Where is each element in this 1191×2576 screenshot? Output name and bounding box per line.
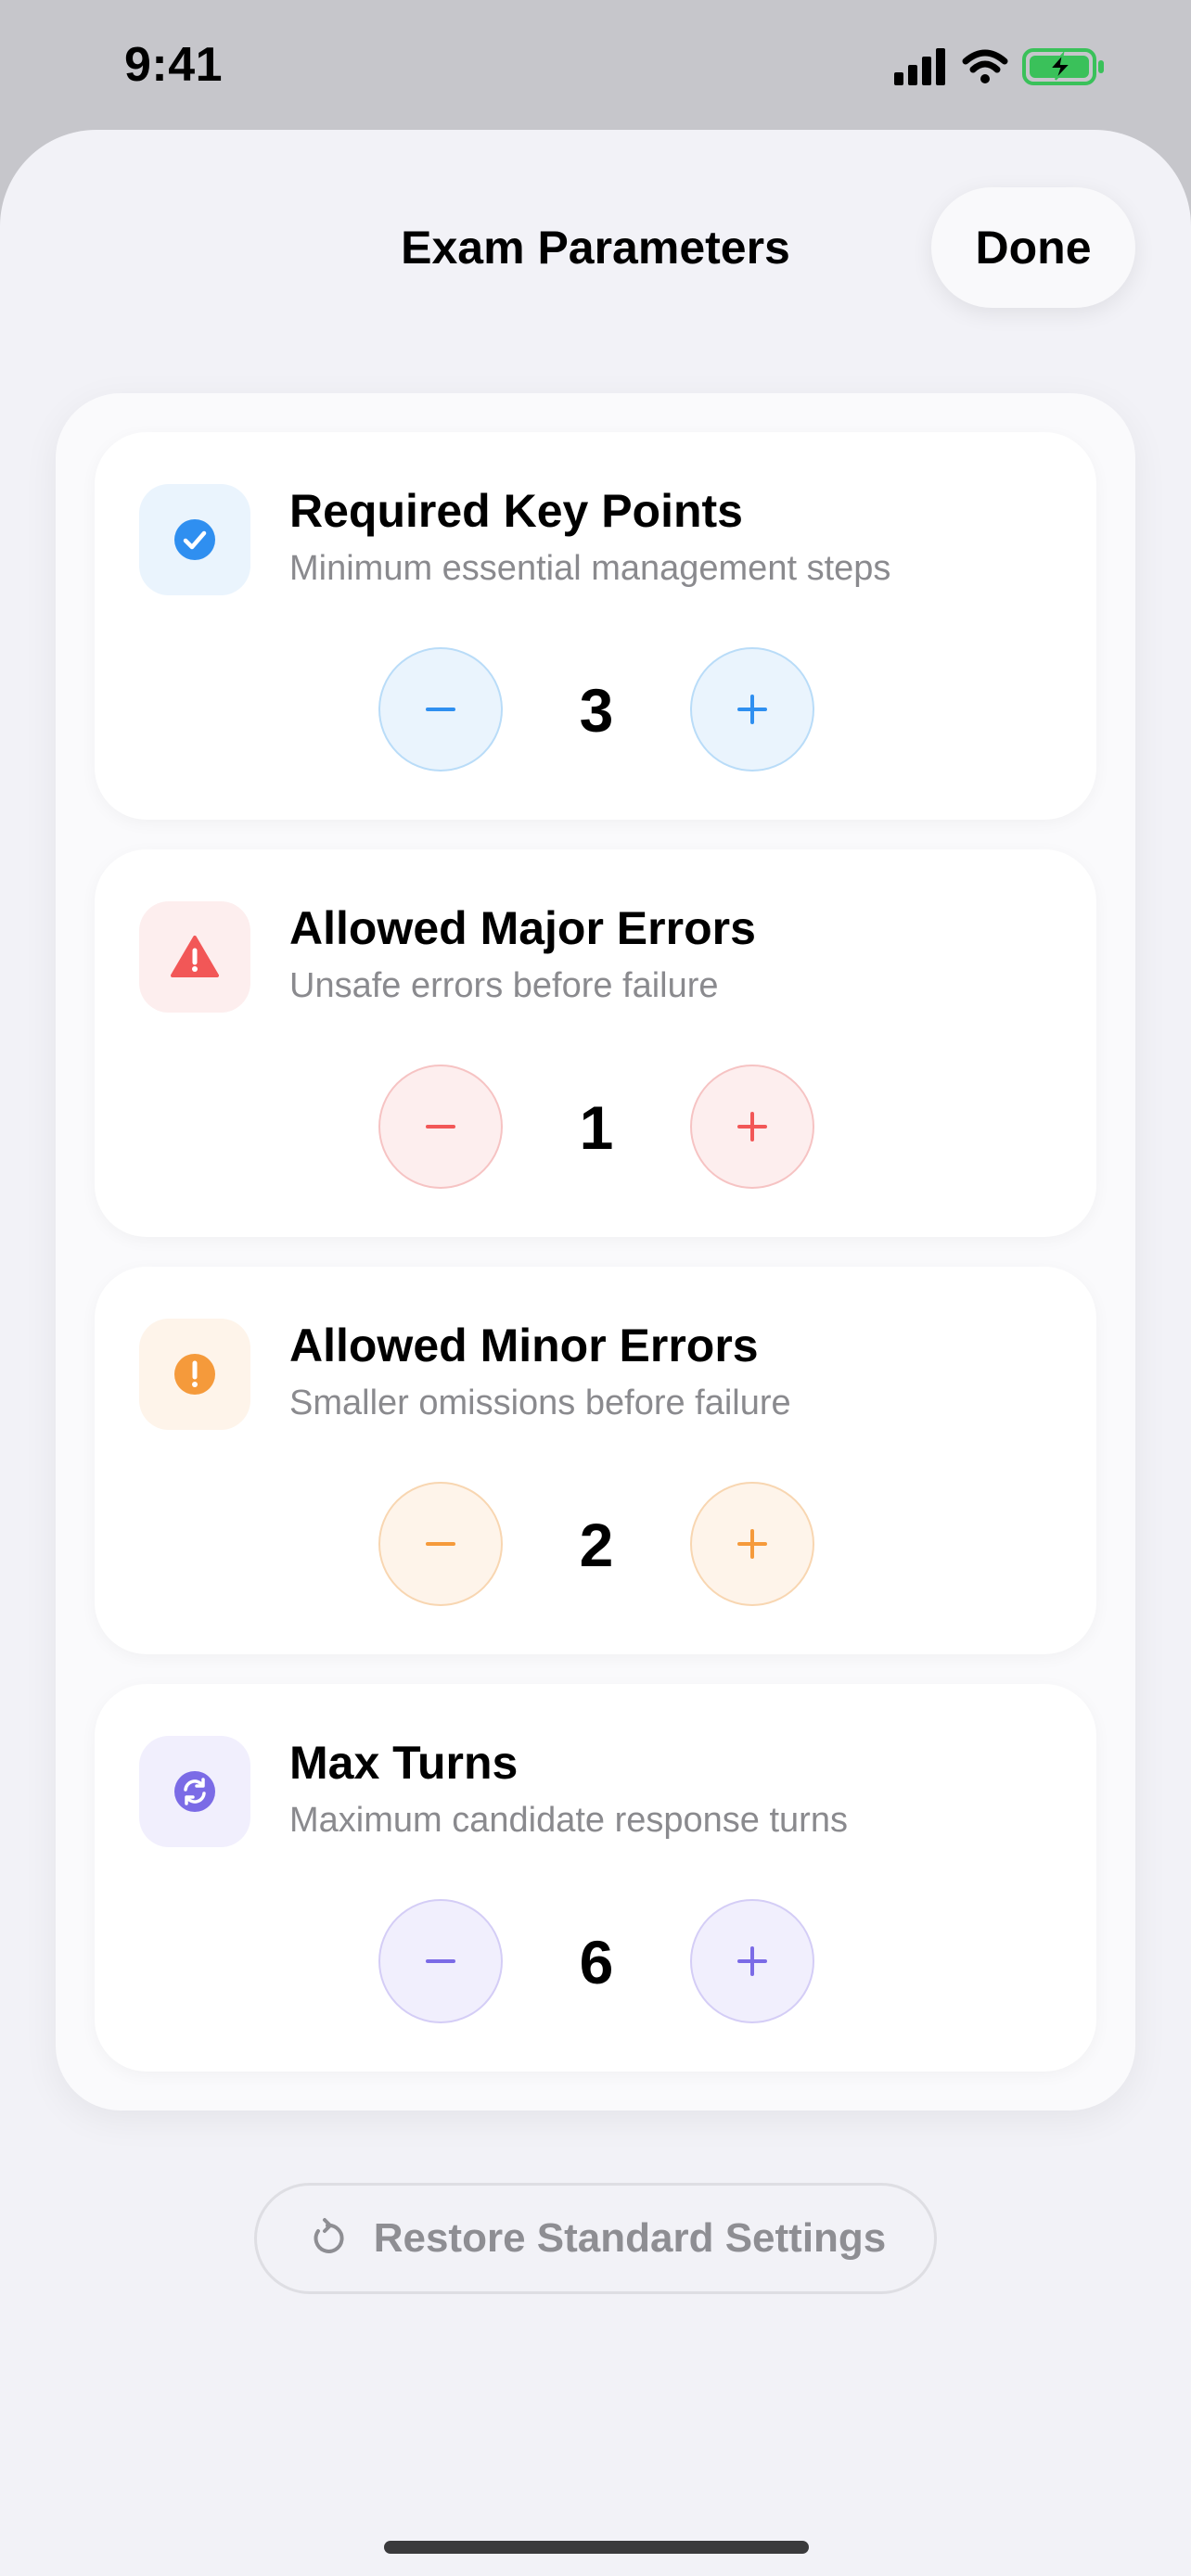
restore-arrow-icon xyxy=(314,2218,344,2253)
card-icon-tile xyxy=(139,484,250,595)
card-subtitle: Smaller omissions before failure xyxy=(289,1384,791,1422)
plus-icon xyxy=(737,695,767,724)
card-icon-tile xyxy=(139,1736,250,1847)
increment-button[interactable] xyxy=(690,1065,814,1189)
card-title: Allowed Minor Errors xyxy=(289,1320,759,1371)
increment-button[interactable] xyxy=(690,1482,814,1606)
parameters-panel: Required Key Points Minimum essential ma… xyxy=(56,393,1135,2111)
stepper-value: 1 xyxy=(579,1093,614,1162)
wifi-icon xyxy=(962,49,1008,83)
home-indicator xyxy=(384,2541,809,2554)
cellular-signal-icon xyxy=(894,48,945,85)
done-button[interactable]: Done xyxy=(931,187,1135,308)
card-subtitle: Minimum essential management steps xyxy=(289,549,891,588)
decrement-button[interactable] xyxy=(378,1899,503,2023)
card-title: Max Turns xyxy=(289,1737,519,1789)
card-icon-tile xyxy=(139,901,250,1013)
restore-label: Restore Standard Settings xyxy=(373,2215,887,2261)
card-title: Allowed Major Errors xyxy=(289,902,756,954)
battery-charging-icon xyxy=(1022,48,1104,85)
minus-icon xyxy=(426,708,455,711)
decrement-button[interactable] xyxy=(378,1482,503,1606)
status-time: 9:41 xyxy=(124,38,224,92)
stepper-value: 3 xyxy=(579,676,614,745)
status-bar: 9:41 xyxy=(0,0,1191,132)
minus-icon xyxy=(426,1542,455,1546)
status-icons xyxy=(894,48,1117,85)
plus-icon xyxy=(737,1529,767,1559)
card-allowed-major-errors: Allowed Major Errors Unsafe errors befor… xyxy=(95,849,1096,1237)
settings-sheet: Exam Parameters Done Required Key Points… xyxy=(0,130,1191,2576)
card-title: Required Key Points xyxy=(289,485,743,537)
minus-icon xyxy=(426,1125,455,1129)
card-allowed-minor-errors: Allowed Minor Errors Smaller omissions b… xyxy=(95,1267,1096,1654)
card-subtitle: Maximum candidate response turns xyxy=(289,1801,848,1840)
stepper-value: 2 xyxy=(579,1511,614,1579)
refresh-circle-icon xyxy=(174,1771,215,1812)
plus-icon xyxy=(737,1112,767,1141)
checkmark-circle-icon xyxy=(174,519,215,560)
warning-triangle-icon xyxy=(171,936,219,977)
card-required-key-points: Required Key Points Minimum essential ma… xyxy=(95,432,1096,820)
stepper-value: 6 xyxy=(579,1928,614,1996)
decrement-button[interactable] xyxy=(378,647,503,772)
increment-button[interactable] xyxy=(690,1899,814,2023)
exclamation-circle-icon xyxy=(174,1354,215,1395)
card-icon-tile xyxy=(139,1319,250,1430)
card-subtitle: Unsafe errors before failure xyxy=(289,966,719,1005)
card-max-turns: Max Turns Maximum candidate response tur… xyxy=(95,1684,1096,2072)
restore-standard-settings-button[interactable]: Restore Standard Settings xyxy=(254,2183,937,2294)
minus-icon xyxy=(426,1959,455,1963)
increment-button[interactable] xyxy=(690,647,814,772)
plus-icon xyxy=(737,1946,767,1976)
decrement-button[interactable] xyxy=(378,1065,503,1189)
